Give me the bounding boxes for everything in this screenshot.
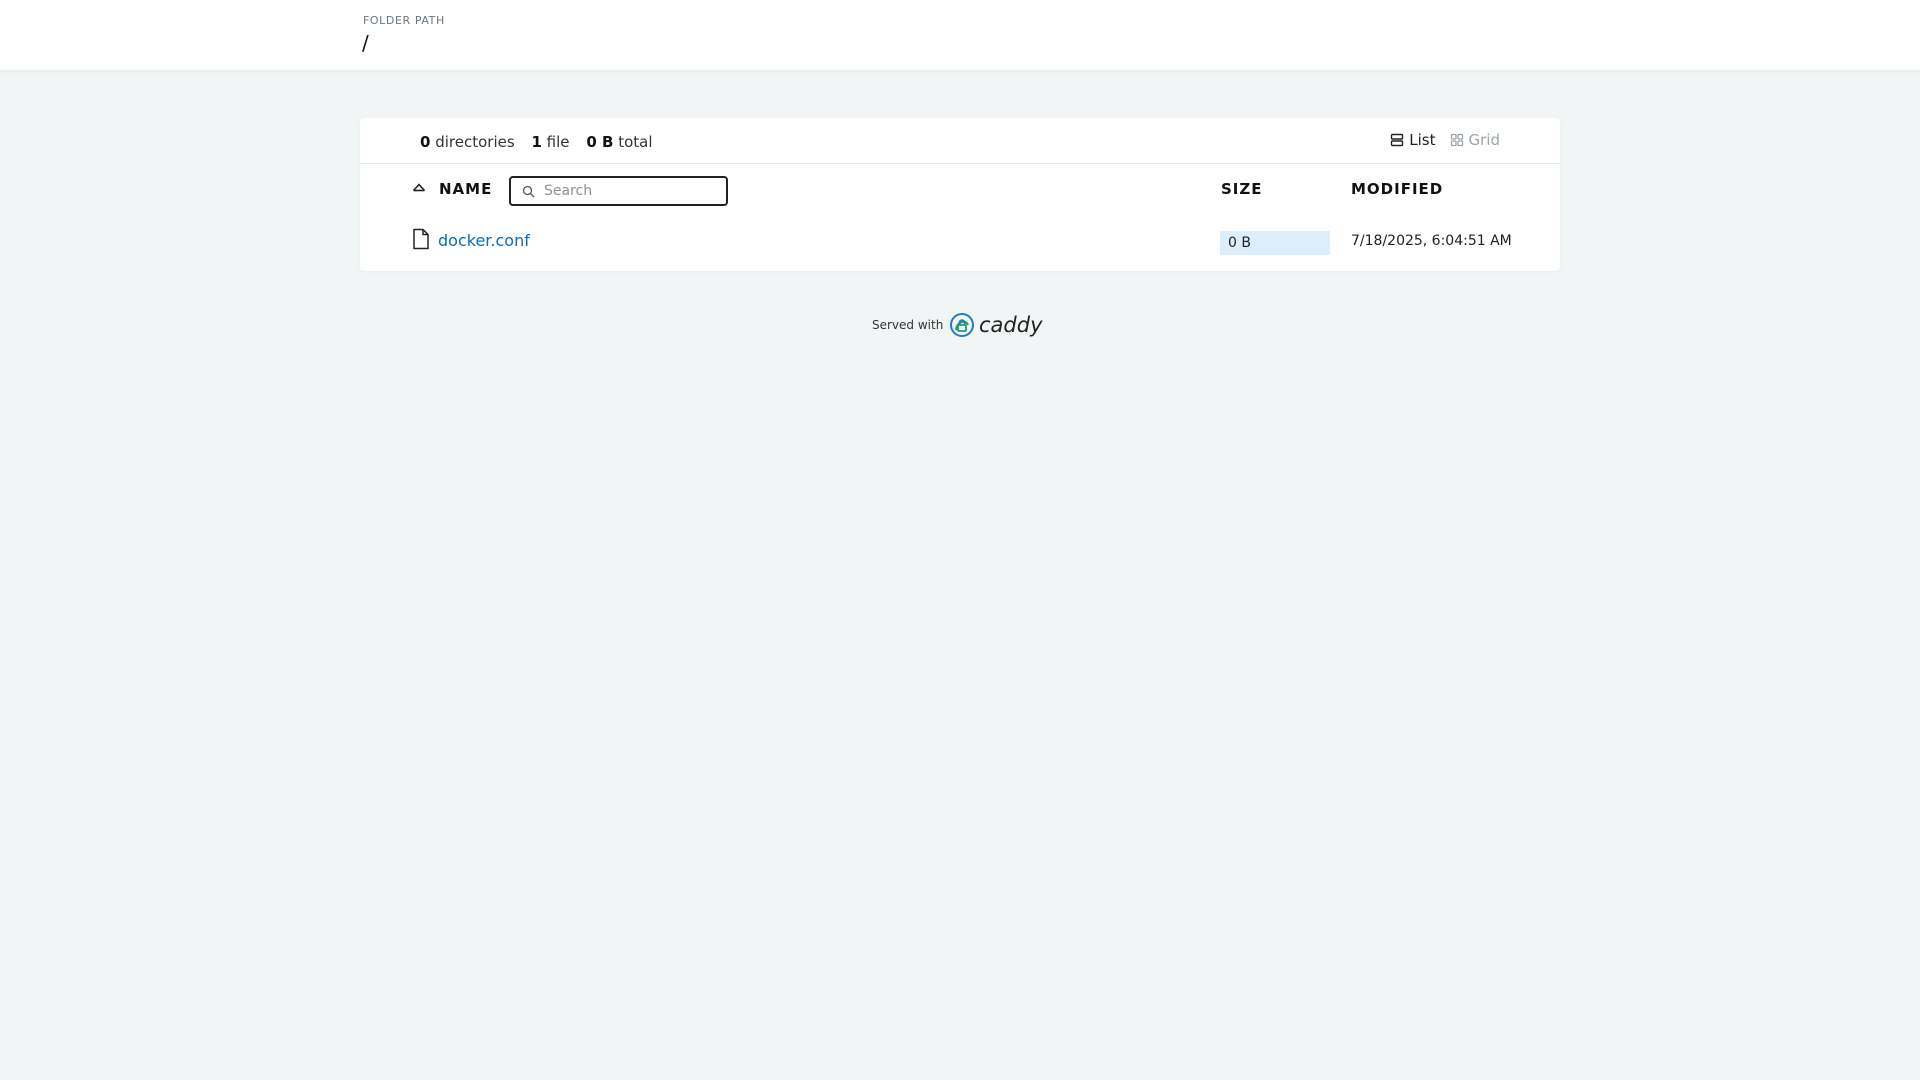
served-with-text: Served with <box>872 318 944 332</box>
grid-view-button[interactable]: Grid <box>1450 131 1500 149</box>
grid-view-label: Grid <box>1468 131 1500 149</box>
list-icon <box>1391 133 1404 147</box>
file-size: 0 B <box>1228 235 1251 251</box>
view-toggle: List Grid <box>1376 131 1500 149</box>
column-name-header[interactable]: NAME <box>439 180 492 198</box>
directories-label: directories <box>435 133 515 151</box>
table-row[interactable]: docker.conf 0 B 7/18/2025, 6:04:51 AM <box>360 224 1560 258</box>
folder-path-label: FOLDER PATH <box>363 14 445 27</box>
caddy-logo-link[interactable]: caddy <box>949 311 1049 339</box>
file-listing: 0 directories 1 file 0 B total List Grid… <box>360 118 1560 271</box>
total-size: 0 B <box>586 133 614 151</box>
list-view-label: List <box>1409 131 1436 149</box>
sort-ascending-icon[interactable] <box>412 182 426 192</box>
size-bar: 0 B <box>1220 231 1330 255</box>
footer: Served with caddy <box>872 311 1049 339</box>
search-input[interactable] <box>542 181 722 201</box>
file-modified: 7/18/2025, 6:04:51 AM <box>1351 233 1512 249</box>
total-label: total <box>618 133 653 151</box>
list-view-button[interactable]: List <box>1390 131 1436 149</box>
caddy-logo-icon: caddy <box>950 313 1043 337</box>
folder-path[interactable]: / <box>362 31 369 55</box>
column-size-header[interactable]: SIZE <box>1221 180 1263 198</box>
listing-summary: 0 directories 1 file 0 B total <box>420 133 665 151</box>
directories-count: 0 <box>420 133 431 151</box>
search-box[interactable] <box>509 176 728 206</box>
file-name-link[interactable]: docker.conf <box>438 231 530 250</box>
file-icon <box>413 228 429 250</box>
search-icon <box>522 185 535 198</box>
listing-meta: 0 directories 1 file 0 B total List Grid <box>360 118 1560 164</box>
grid-icon <box>1450 133 1463 147</box>
column-modified-header[interactable]: MODIFIED <box>1351 180 1443 198</box>
files-label: file <box>546 133 570 151</box>
table-header: NAME SIZE MODIFIED <box>360 164 1560 214</box>
caddy-logo-text: caddy <box>979 313 1043 337</box>
header: FOLDER PATH / <box>0 0 1920 70</box>
files-count: 1 <box>531 133 542 151</box>
